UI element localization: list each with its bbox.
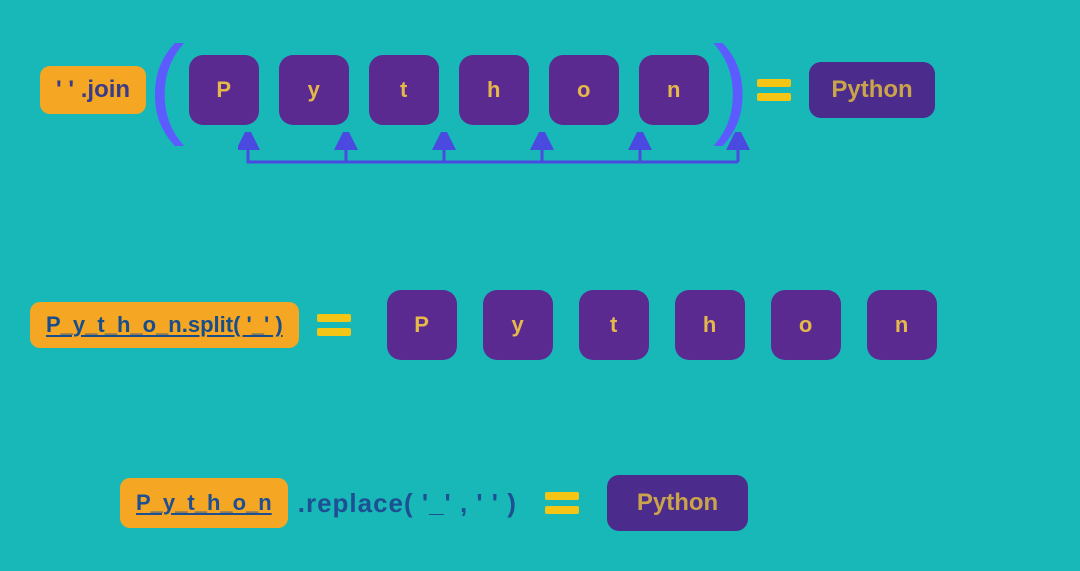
replace-result: Python [607, 475, 748, 531]
join-parenthesized-list: ( Py t h o n ) [148, 55, 749, 125]
letter-text: h [487, 77, 500, 103]
letter-box: o [549, 55, 619, 125]
letter-box: n [867, 290, 937, 360]
letter-text: o [577, 77, 590, 103]
replace-result-text: Python [637, 489, 718, 516]
join-text: ' ' .join [56, 76, 130, 104]
split-call-label: P_y_t_h_o_n.split( '_' ) [30, 302, 299, 348]
replace-badge-text: P_y_t_h_o_n [136, 490, 272, 516]
split-letter-list: Py t h o n [387, 290, 937, 360]
equals-icon [757, 79, 791, 101]
letter-text: P [414, 312, 429, 338]
letter-text: P [216, 77, 231, 103]
letter-box: t [369, 55, 439, 125]
replace-call-text: .replace( '_' , ' ' ) [298, 488, 517, 519]
letter-box: y [279, 55, 349, 125]
letter-text: n [667, 77, 680, 103]
split-text: P_y_t_h_o_n.split( '_' ) [46, 312, 283, 338]
join-arrows-icon [238, 132, 778, 182]
join-result: Python [809, 62, 934, 118]
letter-text: y [512, 312, 524, 338]
letter-box: P [387, 290, 457, 360]
letter-box: t [579, 290, 649, 360]
letter-box: o [771, 290, 841, 360]
join-result-text: Python [831, 76, 912, 103]
split-diagram: P_y_t_h_o_n.split( '_' ) Py t h o n [30, 290, 941, 360]
equals-icon [545, 492, 579, 514]
open-paren-icon: ( [148, 53, 185, 119]
replace-source-badge: P_y_t_h_o_n [120, 478, 288, 528]
letter-box: y [483, 290, 553, 360]
join-call-label: ' ' .join [40, 66, 146, 114]
close-paren-icon: ) [713, 53, 750, 119]
letter-box: h [675, 290, 745, 360]
join-diagram: ' ' .join ( Py t h o n ) Py t h o n [40, 55, 935, 125]
letter-box: h [459, 55, 529, 125]
letter-text: o [799, 312, 812, 338]
join-letter-list: Py t h o n [189, 55, 709, 125]
letter-text: n [895, 312, 908, 338]
equals-icon [317, 314, 351, 336]
replace-diagram: P_y_t_h_o_n .replace( '_' , ' ' ) Python [120, 475, 748, 531]
letter-text: t [610, 312, 617, 338]
letter-text: t [400, 77, 407, 103]
letter-box: n [639, 55, 709, 125]
letter-text: y [308, 77, 320, 103]
letter-box: P [189, 55, 259, 125]
letter-text: h [703, 312, 716, 338]
